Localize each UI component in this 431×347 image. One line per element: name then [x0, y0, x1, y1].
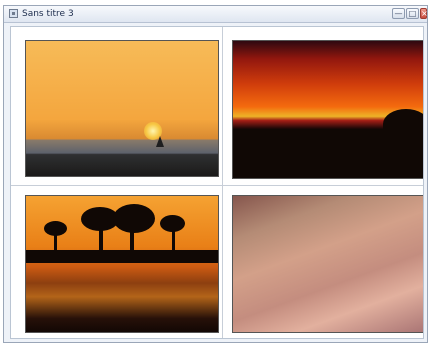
photo-sunset-cliffs[interactable]	[232, 40, 423, 179]
image-canvas	[10, 26, 424, 339]
close-button[interactable]: ×	[420, 8, 428, 19]
close-icon: ×	[421, 9, 428, 18]
maximize-button[interactable]: □	[406, 8, 419, 19]
minimize-icon: —	[394, 9, 403, 18]
app-window: Sans titre 3 — □ ×	[3, 5, 428, 343]
title-bar[interactable]: Sans titre 3 — □ ×	[4, 6, 428, 23]
photo-sunset-sea[interactable]	[25, 40, 219, 177]
cliff-silhouette	[383, 109, 423, 139]
tree-crown-silhouette	[160, 215, 185, 232]
sailboat-silhouette	[156, 136, 164, 147]
maximize-icon: □	[408, 9, 417, 18]
app-icon	[9, 9, 18, 18]
horizontal-divider	[11, 185, 423, 186]
minimize-button[interactable]: —	[392, 8, 405, 19]
vertical-divider	[222, 27, 223, 338]
photo-pink-clouds[interactable]	[232, 195, 423, 333]
tree-crown-silhouette	[113, 204, 155, 233]
photo-sunset-trees[interactable]	[25, 195, 219, 333]
tree-crown-silhouette	[44, 221, 67, 236]
window-title: Sans titre 3	[22, 9, 74, 19]
